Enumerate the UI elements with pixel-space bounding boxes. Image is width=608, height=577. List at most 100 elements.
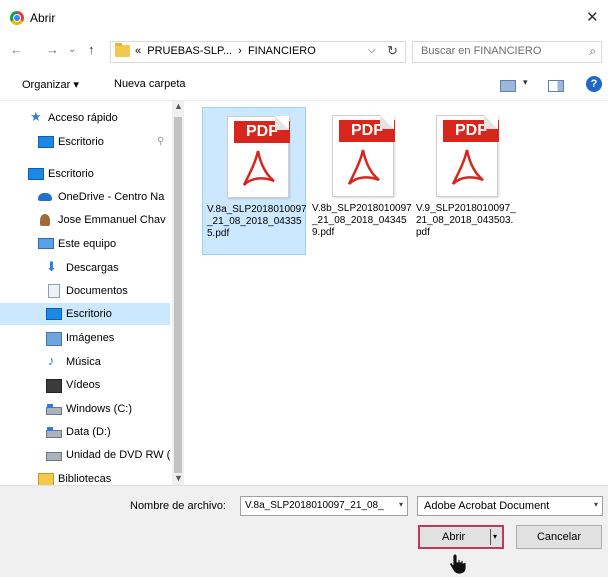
music-icon: ♪ — [48, 353, 55, 368]
sidebar-item-label: Este equipo — [58, 238, 117, 250]
address-bar[interactable]: « PRUEBAS-SLP... › FINANCIERO ⌵ ↻ — [110, 41, 406, 63]
desktop-icon — [38, 136, 54, 148]
sidebar-item-label: Vídeos — [66, 379, 101, 391]
open-options-split[interactable]: ▾ — [490, 529, 503, 545]
change-view-icon[interactable] — [500, 80, 516, 92]
sidebar-item-videos[interactable]: Vídeos — [0, 374, 170, 396]
file-name: V.8a_SLP2018010097_21_08_2018_043355.pdf — [207, 204, 307, 239]
command-toolbar: Organizar ▾ Nueva carpeta ▾ ? — [0, 70, 608, 101]
file-name: V.9_SLP2018010097_21_08_2018_043503.pdf — [416, 203, 516, 238]
new-folder-button[interactable]: Nueva carpeta — [114, 78, 186, 90]
sidebar-item-este-equipo[interactable]: Este equipo — [0, 233, 170, 255]
filename-field[interactable]: V.8a_SLP2018010097_21_08_ ▾ — [240, 496, 408, 516]
file-type-select[interactable]: Adobe Acrobat Document ▾ — [417, 496, 603, 516]
sidebar-item-dvd[interactable]: Unidad de DVD RW ( — [0, 444, 170, 466]
dialog-footer: Nombre de archivo: V.8a_SLP2018010097_21… — [0, 485, 608, 577]
sidebar-item-label: Imágenes — [66, 332, 115, 344]
videos-icon — [46, 379, 62, 393]
search-icon[interactable]: ⌕ — [589, 44, 596, 59]
sidebar-item-label: Música — [66, 356, 101, 368]
chevron-down-icon[interactable]: ▾ — [399, 500, 403, 509]
scroll-down-icon[interactable]: ▼ — [174, 473, 183, 483]
chrome-icon — [10, 11, 24, 25]
acrobat-logo-icon — [451, 149, 484, 185]
breadcrumb-separator: › — [238, 45, 242, 57]
open-button-label: Abrir — [442, 531, 466, 543]
sidebar-item-label: Documentos — [66, 285, 128, 297]
cancel-button[interactable]: Cancelar — [516, 525, 602, 549]
pin-icon: ⚲ — [157, 136, 165, 147]
close-icon[interactable]: ✕ — [586, 8, 599, 26]
dialog-title: Abrir — [30, 11, 56, 25]
help-icon[interactable]: ? — [586, 76, 602, 92]
acrobat-logo-icon — [242, 150, 275, 186]
drive-icon — [46, 427, 62, 438]
refresh-icon[interactable]: ↻ — [387, 43, 398, 59]
scroll-up-icon[interactable]: ▲ — [174, 101, 183, 111]
up-arrow-icon[interactable]: ↑ — [88, 42, 95, 57]
chevron-down-icon[interactable]: ▾ — [594, 500, 598, 509]
view-options-dropdown[interactable]: ▾ — [523, 77, 528, 88]
dvd-icon — [46, 452, 62, 461]
onedrive-icon — [38, 193, 52, 201]
sidebar-item-escritorio-root[interactable]: Escritorio — [0, 163, 170, 185]
filename-value[interactable]: V.8a_SLP2018010097_21_08_ — [245, 500, 391, 511]
chevron-down-icon[interactable]: ⌵ — [368, 45, 376, 56]
breadcrumb-pruebas[interactable]: PRUEBAS-SLP... — [147, 45, 232, 57]
sidebar-item-windows-c[interactable]: Windows (C:) — [0, 398, 170, 420]
file-item[interactable]: PDF V.8a_SLP2018010097_21_08_2018_043355… — [202, 107, 307, 255]
desktop-icon — [46, 308, 62, 320]
sidebar-item-label: Unidad de DVD RW ( — [66, 449, 170, 461]
sidebar-item-imagenes[interactable]: Imágenes — [0, 327, 170, 349]
recent-locations-icon[interactable]: ⌄ — [68, 44, 76, 55]
pdf-badge: PDF — [234, 121, 290, 143]
title-bar: Abrir ✕ — [0, 0, 608, 36]
cancel-button-label: Cancelar — [536, 531, 582, 543]
drive-icon — [46, 404, 62, 415]
file-list: PDF V.8a_SLP2018010097_21_08_2018_043355… — [190, 101, 608, 485]
scrollbar-thumb[interactable] — [174, 117, 182, 473]
back-arrow-icon[interactable]: ← — [10, 42, 23, 57]
forward-arrow-icon[interactable]: → — [46, 42, 59, 57]
sidebar-item-musica[interactable]: ♪ Música — [0, 351, 170, 373]
sidebar-item-data-d[interactable]: Data (D:) — [0, 421, 170, 443]
sidebar-item-bibliotecas[interactable]: Bibliotecas — [0, 468, 170, 485]
filename-label: Nombre de archivo: — [130, 500, 226, 512]
sidebar-item-escritorio-pinned[interactable]: Escritorio ⚲ — [0, 131, 170, 153]
hand-cursor-icon — [449, 553, 467, 575]
libraries-icon — [38, 473, 54, 485]
sidebar-item-label: OneDrive - Centro Na — [58, 191, 165, 203]
breadcrumb-prefix[interactable]: « — [135, 45, 141, 57]
sidebar-item-acceso-rapido[interactable]: ★ Acceso rápido — [0, 107, 170, 129]
pdf-file-icon: PDF — [227, 116, 290, 198]
preview-pane-icon[interactable] — [548, 80, 564, 92]
organize-button[interactable]: Organizar ▾ — [22, 78, 79, 91]
search-placeholder: Buscar en FINANCIERO — [421, 45, 542, 57]
sidebar-item-label: Bibliotecas — [58, 473, 112, 485]
breadcrumb-financiero[interactable]: FINANCIERO — [248, 45, 316, 57]
sidebar-item-label: Acceso rápido — [48, 112, 118, 124]
sidebar-item-label: Jose Emmanuel Chav — [58, 214, 166, 226]
pictures-icon — [46, 332, 62, 346]
chevron-down-icon: ▾ — [493, 532, 498, 541]
file-item[interactable]: PDF V.8b_SLP2018010097_21_08_2018_043459… — [308, 107, 412, 255]
sidebar-item-user[interactable]: Jose Emmanuel Chav — [0, 209, 170, 231]
sidebar-item-onedrive[interactable]: OneDrive - Centro Na — [0, 186, 170, 208]
sidebar-item-documentos[interactable]: Documentos — [0, 280, 170, 302]
sidebar-item-label: Escritorio — [48, 168, 94, 180]
search-input[interactable]: Buscar en FINANCIERO ⌕ — [412, 41, 602, 63]
sidebar-scrollbar[interactable]: ▲ ▼ — [172, 101, 184, 485]
file-item[interactable]: PDF V.9_SLP2018010097_21_08_2018_043503.… — [412, 107, 516, 255]
star-icon: ★ — [30, 109, 42, 124]
folder-icon — [115, 43, 130, 57]
navigation-pane: ★ Acceso rápido Escritorio ⚲ Escritorio … — [0, 101, 186, 485]
sidebar-item-escritorio-selected[interactable]: Escritorio — [0, 303, 170, 325]
download-icon: ⬇ — [46, 259, 57, 274]
acrobat-logo-icon — [347, 149, 380, 185]
breadcrumb[interactable]: « PRUEBAS-SLP... › FINANCIERO — [135, 45, 316, 57]
desktop-icon — [28, 168, 44, 180]
open-button[interactable]: Abrir ▾ — [418, 525, 504, 549]
sidebar-item-descargas[interactable]: ⬇ Descargas — [0, 257, 170, 279]
sidebar-item-label: Escritorio — [58, 136, 104, 148]
pdf-badge: PDF — [339, 120, 395, 142]
